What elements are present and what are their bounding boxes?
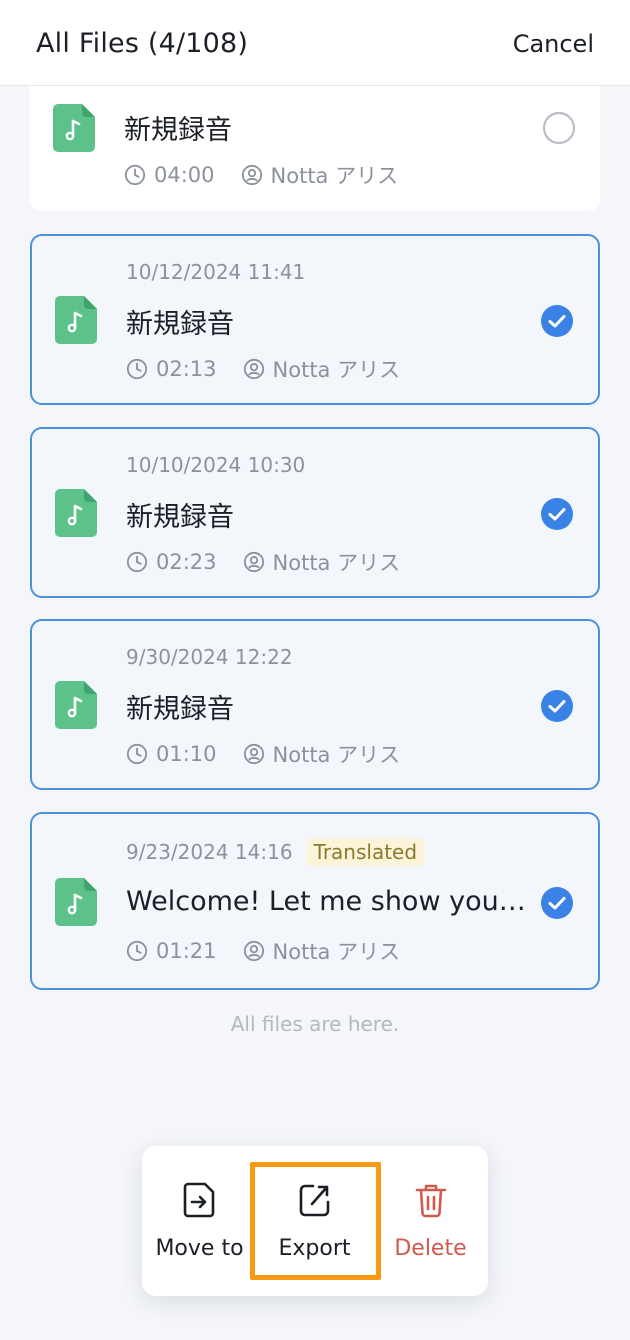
file-date-text: 9/23/2024 14:16	[126, 840, 293, 864]
duration: 04:00	[154, 163, 215, 187]
top-bar: All Files (4/108) Cancel	[0, 0, 630, 86]
file-card[interactable]: 9/30/2024 12:22 新規録音 01:10 Notta アリス	[30, 619, 600, 790]
file-name: 新規録音	[126, 694, 234, 725]
clock-icon	[124, 164, 146, 186]
cancel-button[interactable]: Cancel	[513, 30, 594, 58]
check-circle-icon[interactable]	[540, 886, 574, 920]
all-files-note: All files are here.	[230, 1012, 400, 1036]
owner: Notta アリス	[272, 551, 401, 575]
file-date: 9/30/2024 12:22	[126, 645, 293, 669]
delete-label: Delete	[394, 1236, 467, 1261]
file-name: 新規録音	[126, 309, 234, 340]
export-icon	[299, 1184, 329, 1217]
file-date: 10/10/2024 10:30	[126, 453, 306, 477]
file-date: 10/12/2024 11:41	[126, 260, 306, 284]
duration: 02:13	[156, 357, 217, 381]
duration: 02:23	[156, 550, 217, 574]
bottom-action-bar: Move to Export Delete	[142, 1146, 488, 1296]
file-name: 新規録音	[124, 115, 232, 146]
file-meta: 02:23 Notta アリス	[126, 547, 400, 577]
page-title: All Files (4/108)	[36, 28, 249, 59]
clock-icon	[126, 358, 148, 380]
move-to-label: Move to	[155, 1236, 244, 1261]
export-label: Export	[278, 1236, 351, 1261]
check-circle-icon[interactable]	[540, 304, 574, 338]
export-button[interactable]: Export	[257, 1146, 372, 1296]
audio-file-icon	[55, 489, 97, 537]
audio-file-icon	[55, 878, 97, 926]
file-card[interactable]: 新規録音 04:00 Notta アリス	[30, 64, 600, 211]
user-icon	[241, 164, 262, 186]
file-meta: 01:21 Notta アリス	[126, 936, 400, 966]
duration: 01:21	[156, 939, 217, 963]
audio-file-icon	[55, 296, 97, 344]
audio-file-icon	[55, 681, 97, 729]
user-icon	[243, 358, 264, 380]
owner: Notta アリス	[272, 358, 401, 382]
file-name: 新規録音	[126, 502, 234, 533]
file-name: Welcome! Let me show you around	[126, 886, 526, 917]
owner: Notta アリス	[270, 164, 399, 188]
user-icon	[243, 743, 264, 765]
move-to-icon	[183, 1182, 214, 1218]
translated-badge: Translated	[306, 838, 425, 866]
file-date: 9/23/2024 14:16 Translated	[126, 838, 425, 866]
move-to-button[interactable]: Move to	[142, 1146, 257, 1296]
file-card[interactable]: 9/23/2024 14:16 Translated Welcome! Let m…	[30, 812, 600, 990]
check-circle-icon[interactable]	[540, 497, 574, 531]
clock-icon	[126, 551, 148, 573]
duration: 01:10	[156, 742, 217, 766]
unchecked-circle-icon[interactable]	[542, 111, 576, 145]
delete-button[interactable]: Delete	[373, 1146, 488, 1296]
user-icon	[243, 551, 264, 573]
clock-icon	[126, 743, 148, 765]
file-meta: 02:13 Notta アリス	[126, 354, 400, 384]
audio-file-icon	[53, 104, 95, 152]
check-circle-icon[interactable]	[540, 689, 574, 723]
clock-icon	[126, 940, 148, 962]
file-meta: 04:00 Notta アリス	[124, 160, 398, 190]
file-meta: 01:10 Notta アリス	[126, 739, 400, 769]
file-card[interactable]: 10/12/2024 11:41 新規録音 02:13 Notta アリス	[30, 234, 600, 405]
file-list: 新規録音 04:00 Notta アリス 10/12/2024 11:41 新規…	[0, 0, 630, 1340]
trash-icon	[415, 1184, 446, 1218]
user-icon	[243, 940, 264, 962]
file-card[interactable]: 10/10/2024 10:30 新規録音 02:23 Notta アリス	[30, 427, 600, 598]
owner: Notta アリス	[272, 940, 401, 964]
owner: Notta アリス	[272, 743, 401, 767]
